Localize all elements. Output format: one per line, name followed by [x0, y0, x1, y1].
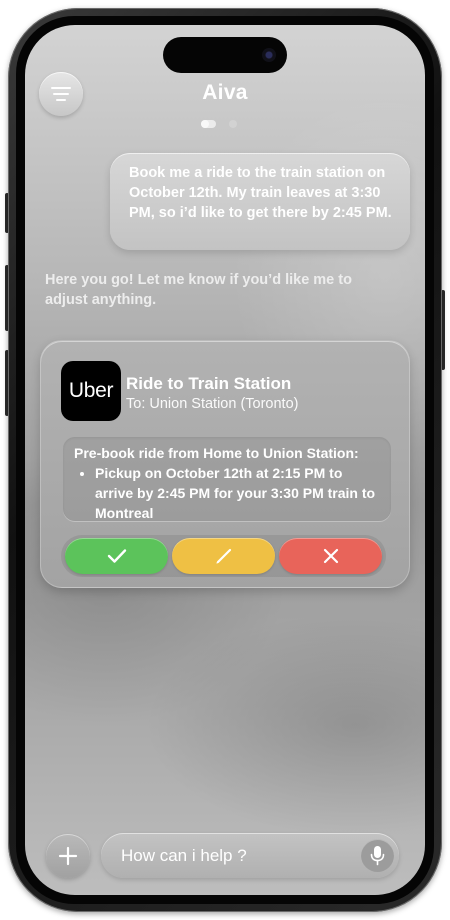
- cancel-button[interactable]: [279, 538, 382, 574]
- ride-destination: To: Union Station (Toronto): [126, 396, 299, 412]
- ride-details: Pre-book ride from Home to Union Station…: [63, 437, 391, 521]
- pencil-icon: [215, 548, 231, 564]
- app-title: Aiva: [202, 81, 248, 104]
- ride-details-heading: Pre-book ride from Home to Union Station…: [74, 445, 359, 461]
- add-button[interactable]: [46, 834, 90, 878]
- app-screen: Aiva Book me a ride to the train station…: [25, 25, 425, 895]
- message-input[interactable]: [121, 833, 341, 878]
- ride-card: Uber Ride to Train Station To: Union Sta…: [40, 340, 410, 588]
- user-message-bubble: Book me a ride to the train station on O…: [110, 153, 410, 250]
- ride-details-item: Pickup on October 12th at 2:15 PM to arr…: [95, 463, 381, 521]
- message-composer: [101, 833, 399, 878]
- ride-title: Ride to Train Station: [126, 374, 292, 393]
- checkmark-icon: [107, 549, 126, 563]
- page-dot[interactable]: [229, 120, 237, 128]
- dynamic-island: [163, 37, 287, 73]
- ride-details-list: Pickup on October 12th at 2:15 PM to arr…: [74, 463, 381, 521]
- uber-logo: Uber: [61, 361, 121, 421]
- close-icon: [323, 548, 338, 564]
- plus-icon: [58, 846, 78, 866]
- microphone-icon: [370, 846, 385, 866]
- ride-actions: [61, 535, 386, 577]
- page-dot-active[interactable]: [201, 120, 216, 128]
- confirm-button[interactable]: [65, 538, 168, 574]
- assistant-message: Here you go! Let me know if you’d like m…: [45, 272, 352, 308]
- front-camera: [262, 48, 276, 62]
- edit-button[interactable]: [172, 538, 275, 574]
- microphone-button[interactable]: [361, 839, 394, 872]
